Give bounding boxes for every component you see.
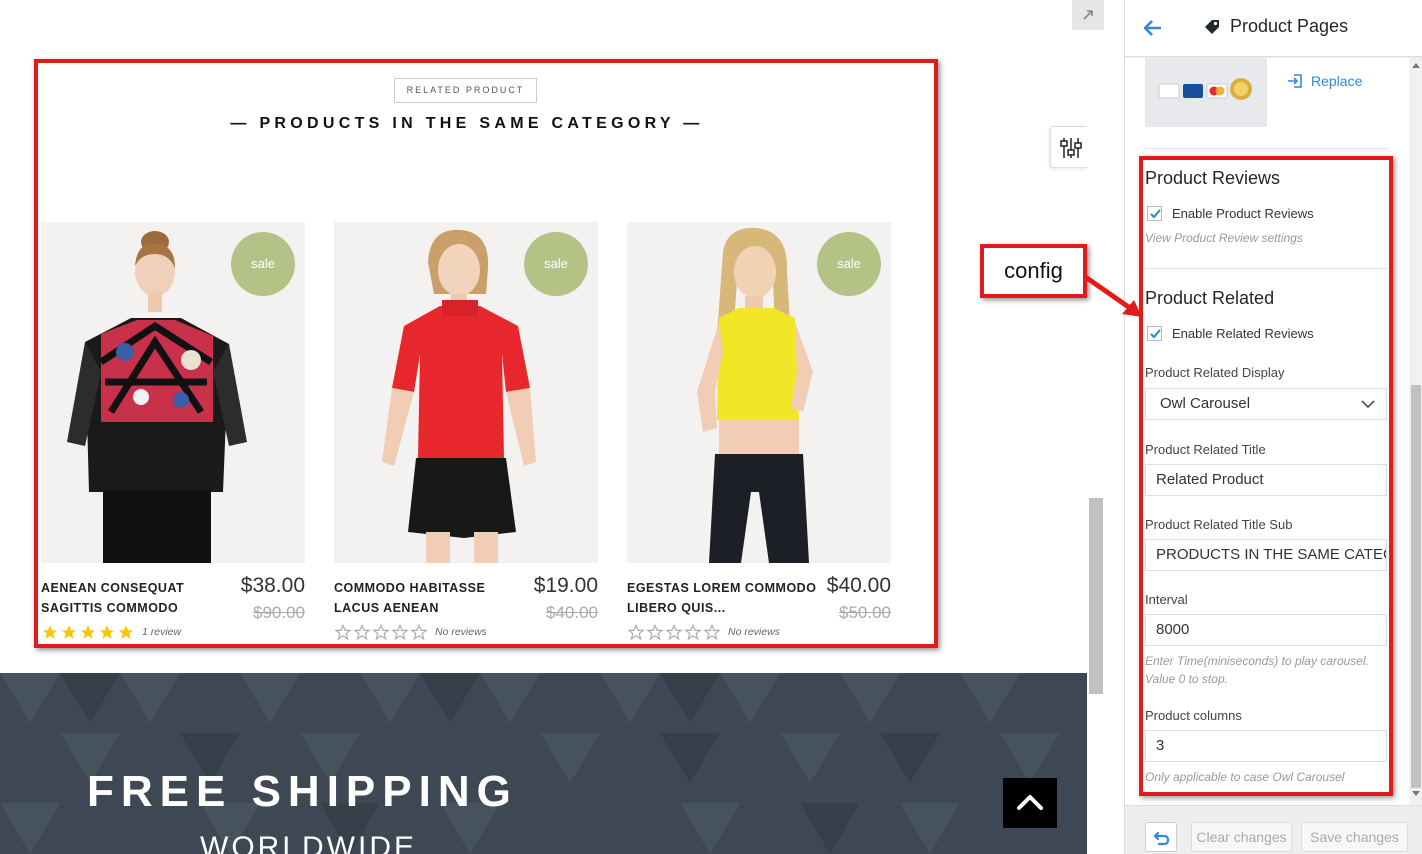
payment-logos-image	[1158, 78, 1252, 100]
config-callout: config	[980, 244, 1087, 298]
arrow-left-icon	[1143, 20, 1161, 36]
product-card[interactable]: sale EGESTAS LOREM COMMODO LIBERO QUIS..…	[627, 222, 891, 640]
arrow-expand-icon	[1083, 10, 1093, 20]
star-filled-icon	[99, 624, 115, 639]
star-empty-icon	[410, 623, 428, 640]
free-shipping-subtitle: WORLDWIDE	[200, 831, 417, 854]
free-shipping-banner: FREE SHIPPING WORLDWIDE	[0, 673, 1087, 854]
site-preview: RELATED PRODUCT — PRODUCTS IN THE SAME C…	[0, 0, 1087, 854]
callout-arrow-icon	[1082, 273, 1142, 317]
chevron-up-icon	[1017, 795, 1043, 810]
product-rating: No reviews	[627, 622, 780, 642]
related-products-heading: — PRODUCTS IN THE SAME CATEGORY —	[230, 115, 704, 132]
star-empty-icon	[646, 623, 664, 640]
star-empty-icon	[391, 623, 409, 640]
product-card[interactable]: sale COMMODO HABITASSE LACUS AENEAN $19.…	[334, 222, 598, 640]
star-filled-icon	[61, 624, 77, 639]
replace-label: Replace	[1311, 73, 1363, 89]
product-name[interactable]: EGESTAS LOREM COMMODO LIBERO QUIS...	[627, 578, 817, 618]
star-empty-icon	[684, 623, 702, 640]
sliders-icon	[1060, 138, 1082, 158]
scroll-to-top-button[interactable]	[1003, 778, 1057, 828]
payment-image-preview[interactable]	[1145, 58, 1267, 127]
collapse-sidebar-button[interactable]	[1072, 0, 1104, 30]
free-shipping-title: FREE SHIPPING	[87, 767, 518, 816]
customizer-screen: RELATED PRODUCT — PRODUCTS IN THE SAME C…	[0, 0, 1422, 854]
section-divider	[1145, 148, 1387, 149]
config-highlight-box	[1139, 156, 1393, 796]
undo-icon	[1153, 831, 1170, 846]
panel-footer: Clear changes Save changes	[1125, 805, 1422, 854]
sale-badge: sale	[231, 232, 295, 296]
save-changes-button[interactable]: Save changes	[1301, 822, 1408, 852]
star-empty-icon	[353, 623, 371, 640]
replace-image-link[interactable]: Replace	[1287, 73, 1362, 89]
product-old-price: $50.00	[839, 603, 891, 622]
scroll-down-icon[interactable]	[1412, 791, 1420, 797]
star-filled-icon	[42, 624, 58, 639]
product-image[interactable]: sale	[627, 222, 891, 563]
product-name[interactable]: AENEAN CONSEQUAT SAGITTIS COMMODO	[41, 578, 231, 618]
star-empty-icon	[665, 623, 683, 640]
scroll-up-icon[interactable]	[1412, 62, 1420, 68]
back-button[interactable]	[1141, 17, 1165, 39]
product-price: $38.00	[240, 574, 305, 597]
preview-scrollbar[interactable]	[1087, 0, 1124, 854]
panel-body: Replace Product Reviews Enable Product R…	[1125, 58, 1409, 805]
star-empty-icon	[334, 623, 352, 640]
panel-scrollbar-thumb[interactable]	[1411, 385, 1421, 788]
star-filled-icon	[80, 624, 96, 639]
product-card[interactable]: sale AENEAN CONSEQUAT SAGITTIS COMMODO $…	[41, 222, 305, 639]
style-switcher-toggle[interactable]	[1050, 126, 1087, 168]
review-count: No reviews	[728, 626, 780, 638]
product-name[interactable]: COMMODO HABITASSE LACUS AENEAN	[334, 578, 524, 618]
panel-scrollbar[interactable]	[1409, 58, 1422, 805]
sale-badge: sale	[817, 232, 881, 296]
replace-icon	[1288, 74, 1302, 88]
product-rating: No reviews	[334, 622, 487, 642]
review-count[interactable]: 1 review	[142, 626, 181, 638]
star-empty-icon	[703, 623, 721, 640]
sale-badge: sale	[524, 232, 588, 296]
related-product-label: RELATED PRODUCT	[394, 78, 537, 103]
star-filled-icon	[118, 624, 134, 639]
product-image[interactable]: sale	[41, 222, 305, 563]
star-empty-icon	[372, 623, 390, 640]
customizer-panel: Product Pages Replace Product Reviews En…	[1124, 0, 1422, 854]
review-count: No reviews	[435, 626, 487, 638]
product-price: $19.00	[533, 574, 598, 597]
triangle-pattern	[0, 673, 1060, 854]
product-old-price: $40.00	[546, 603, 598, 622]
panel-title-text: Product Pages	[1230, 16, 1349, 36]
product-image[interactable]: sale	[334, 222, 598, 563]
star-empty-icon	[627, 623, 645, 640]
panel-title: Product Pages	[1203, 16, 1348, 37]
product-old-price: $90.00	[253, 603, 305, 622]
tag-icon	[1205, 19, 1219, 34]
preview-scrollbar-thumb[interactable]	[1089, 498, 1103, 694]
panel-header: Product Pages	[1125, 0, 1422, 57]
product-price: $40.00	[826, 574, 891, 597]
product-rating: 1 review	[41, 622, 181, 642]
clear-changes-button[interactable]: Clear changes	[1191, 822, 1292, 852]
undo-button[interactable]	[1145, 822, 1177, 852]
